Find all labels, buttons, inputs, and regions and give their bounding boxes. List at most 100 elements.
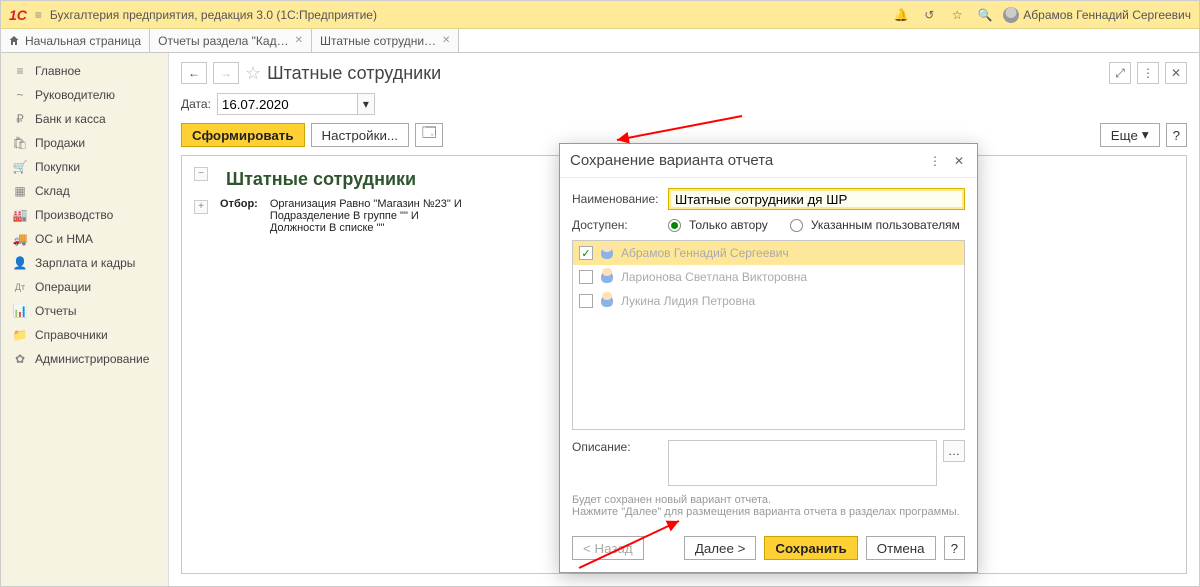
avatar-icon (1003, 7, 1019, 23)
sidebar-item-purchases[interactable]: 🛒 Покупки (1, 155, 168, 179)
close-icon[interactable]: ✕ (295, 35, 303, 46)
collapse-icon[interactable]: − (194, 167, 208, 181)
app-title: Бухгалтерия предприятия, редакция 3.0 (1… (50, 8, 377, 22)
checkbox[interactable] (579, 294, 593, 308)
description-label: Описание: (572, 440, 662, 454)
back-button[interactable]: ← (181, 62, 207, 84)
tab-home-label: Начальная страница (25, 34, 141, 48)
sidebar-item-label: Продажи (35, 136, 85, 150)
sidebar-item-reports[interactable]: 📊Отчеты (1, 299, 168, 323)
radio-author-label: Только автору (689, 218, 768, 232)
dialog-close-icon[interactable]: ✕ (951, 153, 967, 169)
user-name: Ларионова Светлана Викторовна (621, 270, 807, 284)
dialog-title: Сохранение варианта отчета (570, 152, 773, 169)
radio-author-only[interactable] (668, 219, 681, 232)
sidebar-item-main[interactable]: ≡Главное (1, 59, 168, 83)
chart-icon: ~ (13, 88, 27, 102)
date-input[interactable] (217, 93, 357, 115)
sidebar-item-sales[interactable]: 🛍 Продажи (1, 131, 168, 155)
sidebar-item-label: ОС и НМА (35, 232, 93, 246)
name-label: Наименование: (572, 192, 662, 206)
sidebar-item-warehouse[interactable]: ▦Склад (1, 179, 168, 203)
ellipsis-button[interactable]: … (943, 440, 965, 462)
date-label: Дата: (181, 97, 211, 111)
grid-icon: ▦ (13, 184, 27, 198)
user-menu[interactable]: Абрамов Геннадий Сергеевич (1003, 7, 1191, 23)
hint-line-2: Нажмите "Далее" для размещения варианта … (572, 506, 965, 518)
sidebar-item-label: Операции (35, 280, 91, 294)
more-button-label: Еще (1111, 128, 1138, 143)
save-button[interactable]: Сохранить (764, 536, 857, 560)
sidebar-item-hr[interactable]: 👤Зарплата и кадры (1, 251, 168, 275)
list-icon: ≡ (13, 64, 27, 78)
sidebar-item-bank[interactable]: ₽Банк и касса (1, 107, 168, 131)
sidebar-item-admin[interactable]: ✿ Администрирование (1, 347, 168, 371)
bag-icon: 🛍 (13, 136, 27, 150)
checkbox[interactable]: ✓ (579, 246, 593, 260)
more-button[interactable]: Еще ▾ (1100, 123, 1160, 147)
sidebar-item-label: Зарплата и кадры (35, 256, 135, 270)
cancel-button[interactable]: Отмена (866, 536, 936, 560)
sidebar-item-label: Администрирование (35, 352, 149, 366)
hint-line-1: Будет сохранен новый вариант отчета. (572, 494, 965, 506)
tab-staff[interactable]: Штатные сотрудни…✕ (312, 29, 459, 52)
ruble-icon: ₽ (13, 112, 27, 126)
tab-home[interactable]: Начальная страница (1, 29, 150, 52)
report-title: Штатные сотрудники (226, 169, 462, 190)
user-icon (601, 295, 613, 307)
filter-text: Организация Равно "Магазин №23" И Подраз… (264, 197, 468, 235)
user-icon (601, 271, 613, 283)
sidebar-item-directories[interactable]: 📁Справочники (1, 323, 168, 347)
date-dropdown-icon[interactable]: ▾ (357, 93, 375, 115)
sidebar-item-operations[interactable]: Дт Операции (1, 275, 168, 299)
checkbox[interactable] (579, 270, 593, 284)
search-icon[interactable]: 🔍 (975, 8, 995, 22)
history-icon[interactable]: ↺ (919, 8, 939, 22)
help-button[interactable]: ? (1166, 123, 1187, 147)
bar-chart-icon: 📊 (13, 304, 27, 318)
sidebar: ≡Главное ~Руководителю ₽Банк и касса 🛍 Пр… (1, 53, 169, 586)
tabs-bar: Начальная страница Отчеты раздела "Кад…✕… (1, 29, 1199, 53)
user-row[interactable]: Лукина Лидия Петровна (573, 289, 964, 313)
dialog-more-icon[interactable]: ⋮ (927, 153, 943, 169)
variant-name-input[interactable] (668, 188, 965, 210)
back-button[interactable]: < Назад (572, 536, 644, 560)
generate-button[interactable]: Сформировать (181, 123, 305, 147)
user-icon (601, 247, 613, 259)
next-button[interactable]: Далее > (684, 536, 757, 560)
user-row[interactable]: ✓ Абрамов Геннадий Сергеевич (573, 241, 964, 265)
app-logo: 1C (9, 7, 27, 23)
dtkt-icon: Дт (13, 280, 27, 294)
gear-icon: ✿ (13, 352, 27, 366)
user-list[interactable]: ✓ Абрамов Геннадий Сергеевич Ларионова С… (572, 240, 965, 430)
factory-icon: 🏭 (13, 208, 27, 222)
user-row[interactable]: Ларионова Светлана Викторовна (573, 265, 964, 289)
more-menu-icon[interactable]: ⋮ (1137, 62, 1159, 84)
page-title: Штатные сотрудники (267, 63, 441, 84)
star-icon[interactable]: ☆ (947, 8, 967, 22)
user-name: Лукина Лидия Петровна (621, 294, 755, 308)
close-icon[interactable]: ✕ (442, 35, 450, 46)
expand-icon[interactable]: + (194, 200, 208, 214)
sidebar-item-manager[interactable]: ~Руководителю (1, 83, 168, 107)
sidebar-item-assets[interactable]: 🚚ОС и НМА (1, 227, 168, 251)
chevron-down-icon: ▾ (1142, 127, 1149, 143)
link-icon[interactable]: ⤢ (1109, 62, 1131, 84)
bell-icon[interactable]: 🔔 (891, 8, 911, 22)
radio-users-label: Указанным пользователям (811, 218, 960, 232)
radio-selected-users[interactable] (790, 219, 803, 232)
forward-button[interactable]: → (213, 62, 239, 84)
tab-reports[interactable]: Отчеты раздела "Кад…✕ (150, 29, 312, 52)
sidebar-item-production[interactable]: 🏭 Производство (1, 203, 168, 227)
save-variant-dialog: Сохранение варианта отчета ⋮ ✕ Наименова… (559, 143, 978, 573)
description-input[interactable] (668, 440, 937, 486)
close-page-icon[interactable]: ✕ (1165, 62, 1187, 84)
hamburger-icon[interactable]: ≡ (35, 8, 42, 22)
settings-button[interactable]: Настройки... (311, 123, 409, 147)
variant-icon-button[interactable]: 🗔 (415, 123, 443, 147)
sidebar-item-label: Покупки (35, 160, 80, 174)
cart-icon: 🛒 (13, 160, 27, 174)
sidebar-item-label: Производство (35, 208, 113, 222)
favorite-star-icon[interactable]: ☆ (245, 63, 261, 84)
dialog-help-button[interactable]: ? (944, 536, 965, 560)
